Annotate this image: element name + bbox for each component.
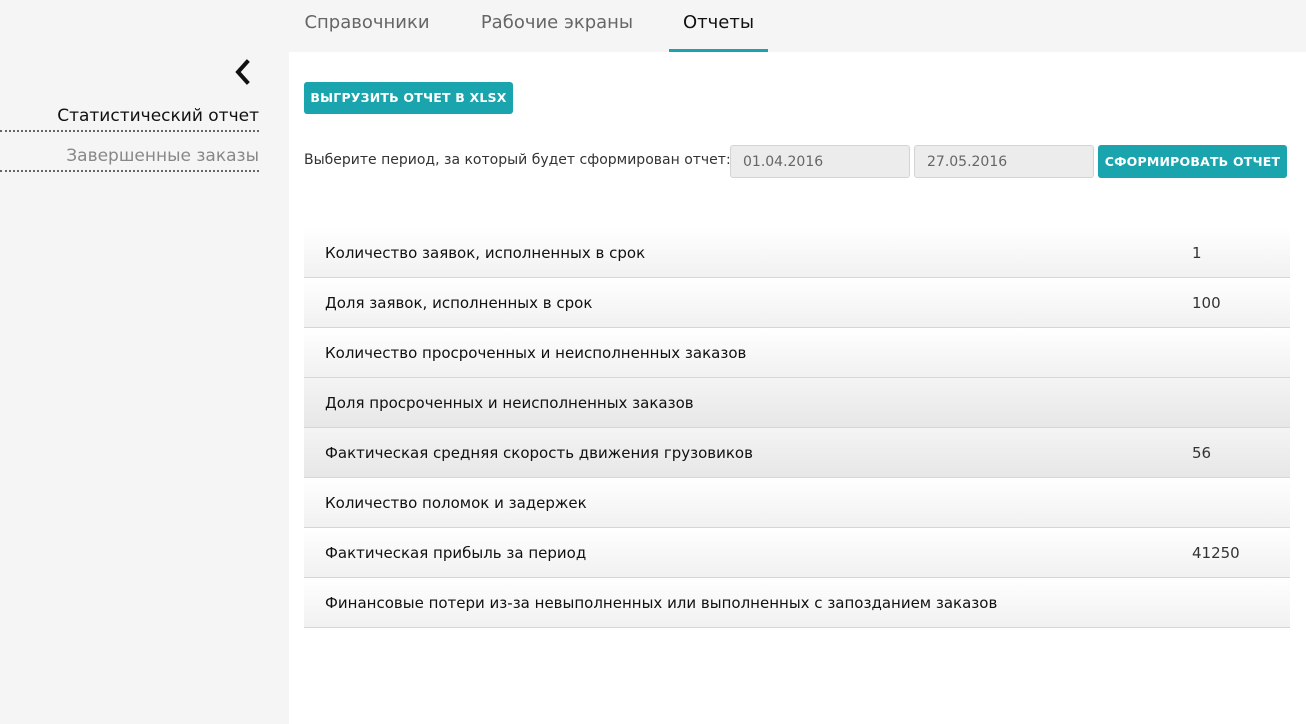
top-nav: Справочники Рабочие экраны Отчеты	[0, 0, 1306, 52]
row-label: Фактическая средняя скорость движения гр…	[325, 444, 753, 462]
table-row: Финансовые потери из-за невыполненных ил…	[304, 578, 1290, 628]
table-row: Количество заявок, исполненных в срок 1	[304, 228, 1290, 278]
row-value: 100	[1192, 294, 1221, 312]
sidebar: Статистический отчет Завершенные заказы	[0, 52, 289, 724]
sidebar-item-statistical-report[interactable]: Статистический отчет	[0, 106, 259, 132]
chevron-left-icon[interactable]	[229, 58, 257, 86]
table-row: Количество поломок и задержек	[304, 478, 1290, 528]
period-label: Выберите период, за который будет сформи…	[304, 152, 731, 168]
row-label: Финансовые потери из-за невыполненных ил…	[325, 594, 998, 612]
sidebar-item-completed-orders[interactable]: Завершенные заказы	[0, 146, 259, 172]
row-label: Количество просроченных и неисполненных …	[325, 344, 747, 362]
report-table: Количество заявок, исполненных в срок 1 …	[304, 228, 1290, 628]
date-to-field[interactable]	[914, 145, 1094, 178]
row-label: Количество заявок, исполненных в срок	[325, 244, 646, 262]
row-label: Фактическая прибыль за период	[325, 544, 587, 562]
row-value: 56	[1192, 444, 1212, 462]
tab-directories[interactable]: Справочники	[290, 0, 444, 52]
tab-work-screens[interactable]: Рабочие экраны	[464, 0, 650, 52]
table-row: Доля заявок, исполненных в срок 100	[304, 278, 1290, 328]
date-from-field[interactable]	[730, 145, 910, 178]
table-row: Доля просроченных и неисполненных заказо…	[304, 378, 1290, 428]
table-row: Фактическая средняя скорость движения гр…	[304, 428, 1290, 478]
table-row: Количество просроченных и неисполненных …	[304, 328, 1290, 378]
row-label: Доля заявок, исполненных в срок	[325, 294, 593, 312]
export-xlsx-button[interactable]: ВЫГРУЗИТЬ ОТЧЕТ В XLSX	[304, 82, 513, 114]
row-label: Количество поломок и задержек	[325, 494, 587, 512]
generate-report-button[interactable]: СФОРМИРОВАТЬ ОТЧЕТ	[1098, 145, 1287, 178]
row-value: 41250	[1192, 544, 1240, 562]
row-label: Доля просроченных и неисполненных заказо…	[325, 394, 694, 412]
tab-reports[interactable]: Отчеты	[669, 0, 768, 52]
main-panel: ВЫГРУЗИТЬ ОТЧЕТ В XLSX Выберите период, …	[289, 52, 1306, 724]
row-value: 1	[1192, 244, 1202, 262]
table-row: Фактическая прибыль за период 41250	[304, 528, 1290, 578]
